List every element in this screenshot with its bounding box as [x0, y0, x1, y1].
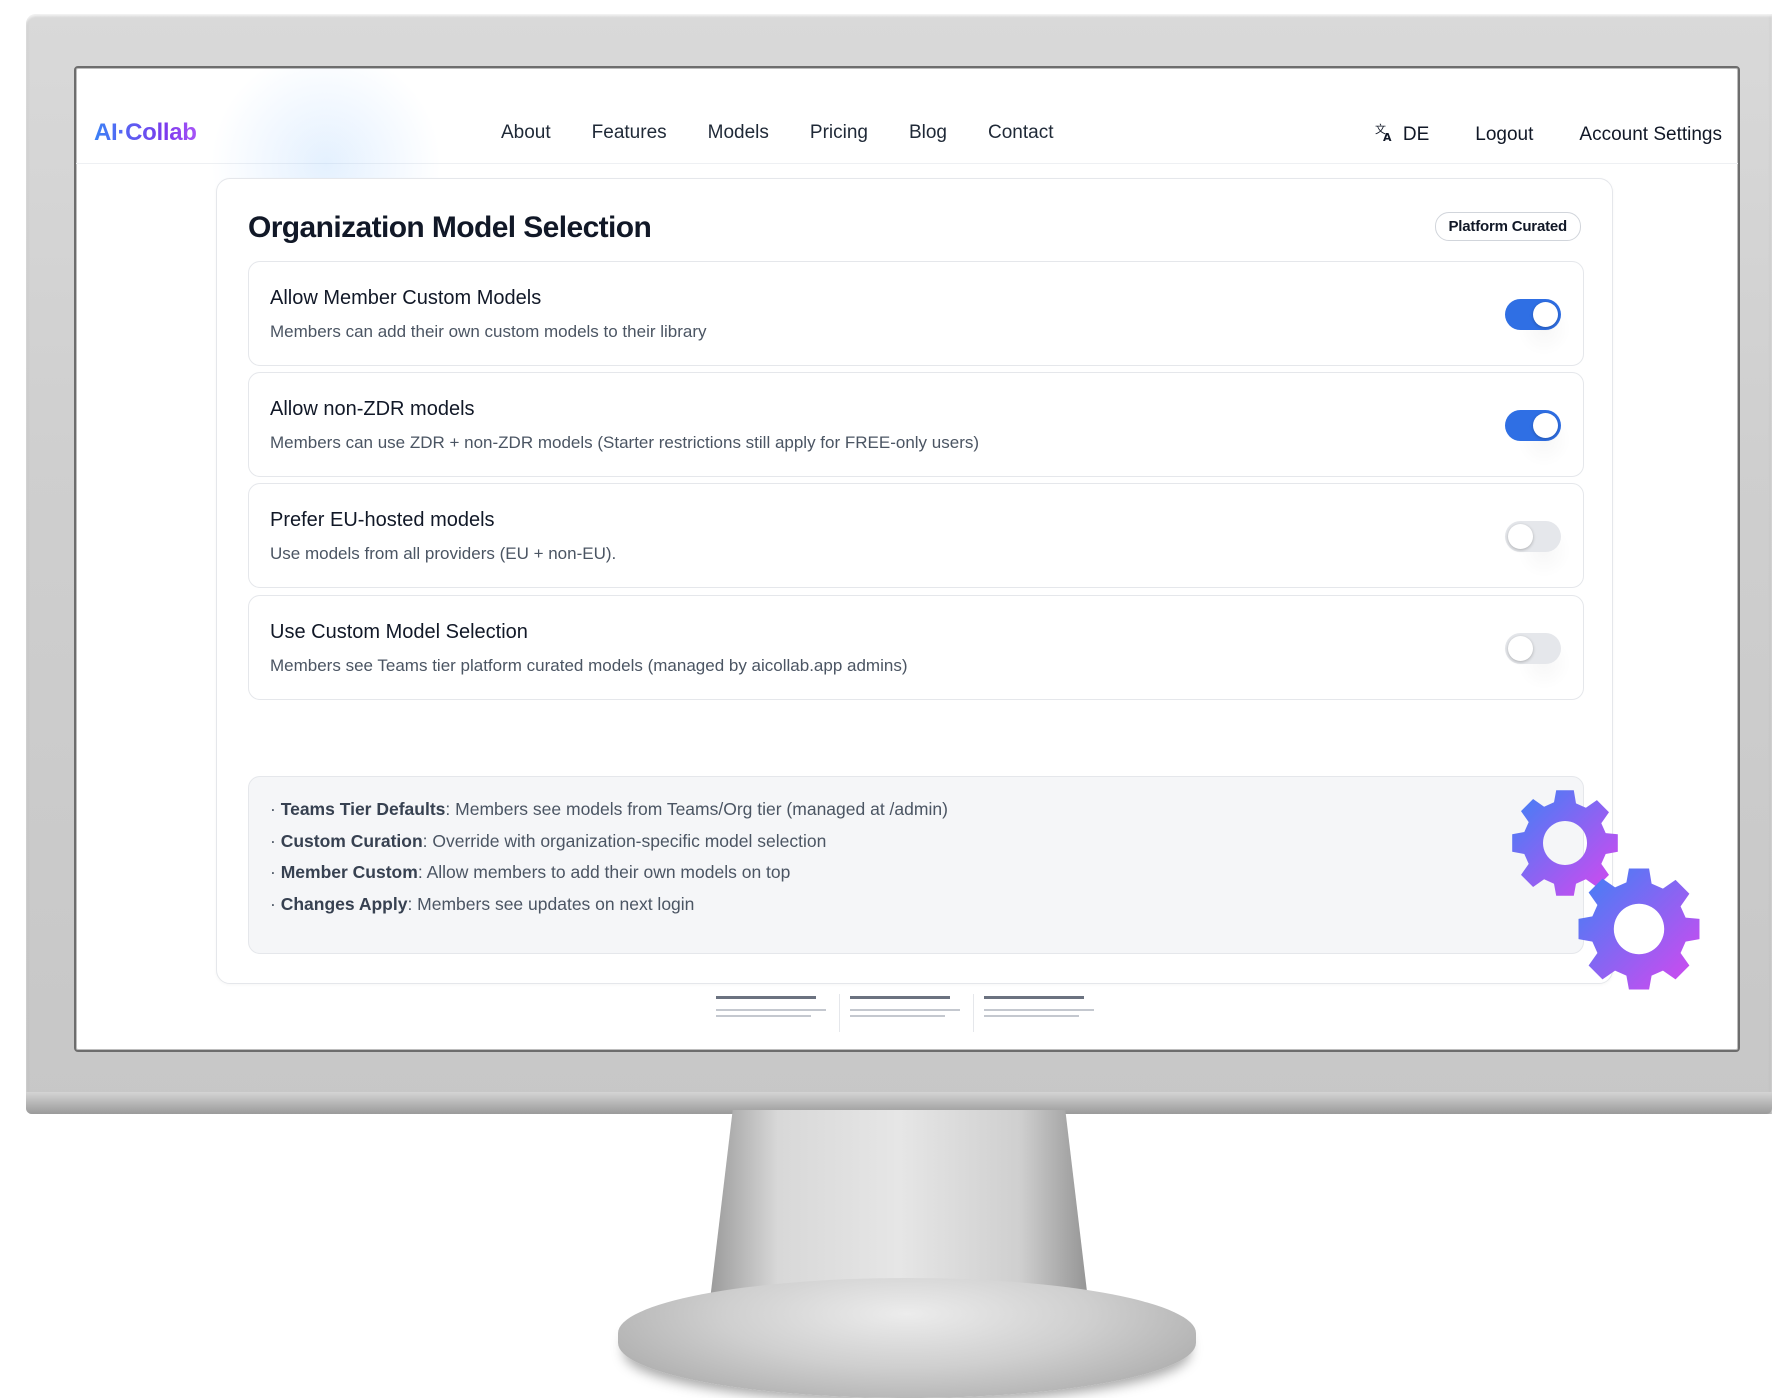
- nav-link-contact[interactable]: Contact: [988, 122, 1053, 144]
- info-item-label: Member Custom: [280, 862, 418, 882]
- info-item: · Teams Tier Defaults: Members see model…: [270, 799, 948, 820]
- info-item: · Changes Apply: Members see updates on …: [270, 894, 694, 915]
- gear-large-icon: [1576, 866, 1702, 992]
- footer-column: [984, 994, 1108, 1032]
- top-navbar: AI·Collab About Features Models Pricing …: [76, 68, 1738, 264]
- info-item-text: : Members see models from Teams/Org tier…: [445, 799, 948, 819]
- toggle-knob: [1508, 524, 1533, 549]
- toggle-knob: [1533, 302, 1558, 327]
- footer-preview: [716, 994, 1116, 1034]
- translate-icon: 文 A: [1373, 122, 1395, 147]
- setting-title: Use Custom Model Selection: [270, 621, 528, 643]
- toggle-use-custom-model-selection[interactable]: [1505, 633, 1561, 664]
- info-item: · Member Custom: Allow members to add th…: [270, 862, 790, 883]
- info-item-label: Custom Curation: [280, 831, 423, 851]
- setting-allow-member-custom-models: Allow Member Custom Models Members can a…: [248, 261, 1584, 366]
- svg-text:A: A: [1383, 131, 1392, 142]
- bullet: ·: [270, 831, 276, 851]
- setting-title: Allow Member Custom Models: [270, 287, 542, 309]
- bullet: ·: [270, 862, 276, 882]
- setting-title: Prefer EU-hosted models: [270, 509, 495, 531]
- toggle-knob: [1508, 636, 1533, 661]
- info-item: · Custom Curation: Override with organiz…: [270, 831, 826, 852]
- nav-link-about[interactable]: About: [501, 122, 551, 144]
- setting-description: Use models from all providers (EU + non-…: [270, 544, 617, 563]
- account-settings-link[interactable]: Account Settings: [1579, 124, 1722, 146]
- logout-button[interactable]: Logout: [1475, 124, 1533, 146]
- toggle-prefer-eu-hosted-models[interactable]: [1505, 521, 1561, 552]
- model-selection-card: Organization Model Selection Platform Cu…: [216, 178, 1613, 984]
- bullet: ·: [270, 894, 276, 914]
- footer-column: [716, 994, 840, 1032]
- setting-description: Members can use ZDR + non-ZDR models (St…: [270, 433, 980, 452]
- setting-title: Allow non-ZDR models: [270, 398, 475, 420]
- nav-link-blog[interactable]: Blog: [909, 122, 947, 144]
- info-item-text: : Override with organization-specific mo…: [422, 831, 827, 851]
- language-label: DE: [1402, 123, 1430, 145]
- brand-logo[interactable]: AI·Collab: [94, 119, 197, 147]
- bullet: ·: [270, 799, 276, 819]
- info-item-text: : Members see updates on next login: [407, 894, 695, 914]
- setting-allow-non-zdr-models: Allow non-ZDR models Members can use ZDR…: [248, 372, 1584, 477]
- info-item-label: Changes Apply: [280, 894, 408, 914]
- info-item-text: : Allow members to add their own models …: [417, 862, 791, 882]
- nav-actions: 文 A DE Logout Account Settings: [1373, 122, 1722, 147]
- setting-description: Members see Teams tier platform curated …: [270, 656, 908, 675]
- status-badge: Platform Curated: [1434, 212, 1581, 241]
- language-switcher[interactable]: 文 A DE: [1373, 122, 1429, 147]
- page-title: Organization Model Selection: [248, 211, 652, 244]
- toggle-allow-member-custom-models[interactable]: [1505, 299, 1561, 330]
- nav-link-features[interactable]: Features: [592, 122, 667, 144]
- setting-use-custom-model-selection: Use Custom Model Selection Members see T…: [248, 595, 1584, 700]
- gears-icon: [1510, 788, 1710, 998]
- info-item-label: Teams Tier Defaults: [280, 799, 446, 819]
- footer-column: [850, 994, 974, 1032]
- setting-prefer-eu-hosted-models: Prefer EU-hosted models Use models from …: [248, 483, 1584, 588]
- setting-description: Members can add their own custom models …: [270, 322, 707, 341]
- info-box: · Teams Tier Defaults: Members see model…: [248, 776, 1584, 954]
- monitor-stand-base: [618, 1278, 1196, 1398]
- nav-link-models[interactable]: Models: [708, 122, 769, 144]
- nav-link-pricing[interactable]: Pricing: [810, 122, 868, 144]
- toggle-knob: [1533, 413, 1558, 438]
- monitor-stand-neck: [710, 1110, 1088, 1300]
- monitor-screen: AI·Collab About Features Models Pricing …: [74, 66, 1740, 1052]
- nav-links: About Features Models Pricing Blog Conta…: [501, 122, 1053, 144]
- toggle-allow-non-zdr-models[interactable]: [1505, 410, 1561, 441]
